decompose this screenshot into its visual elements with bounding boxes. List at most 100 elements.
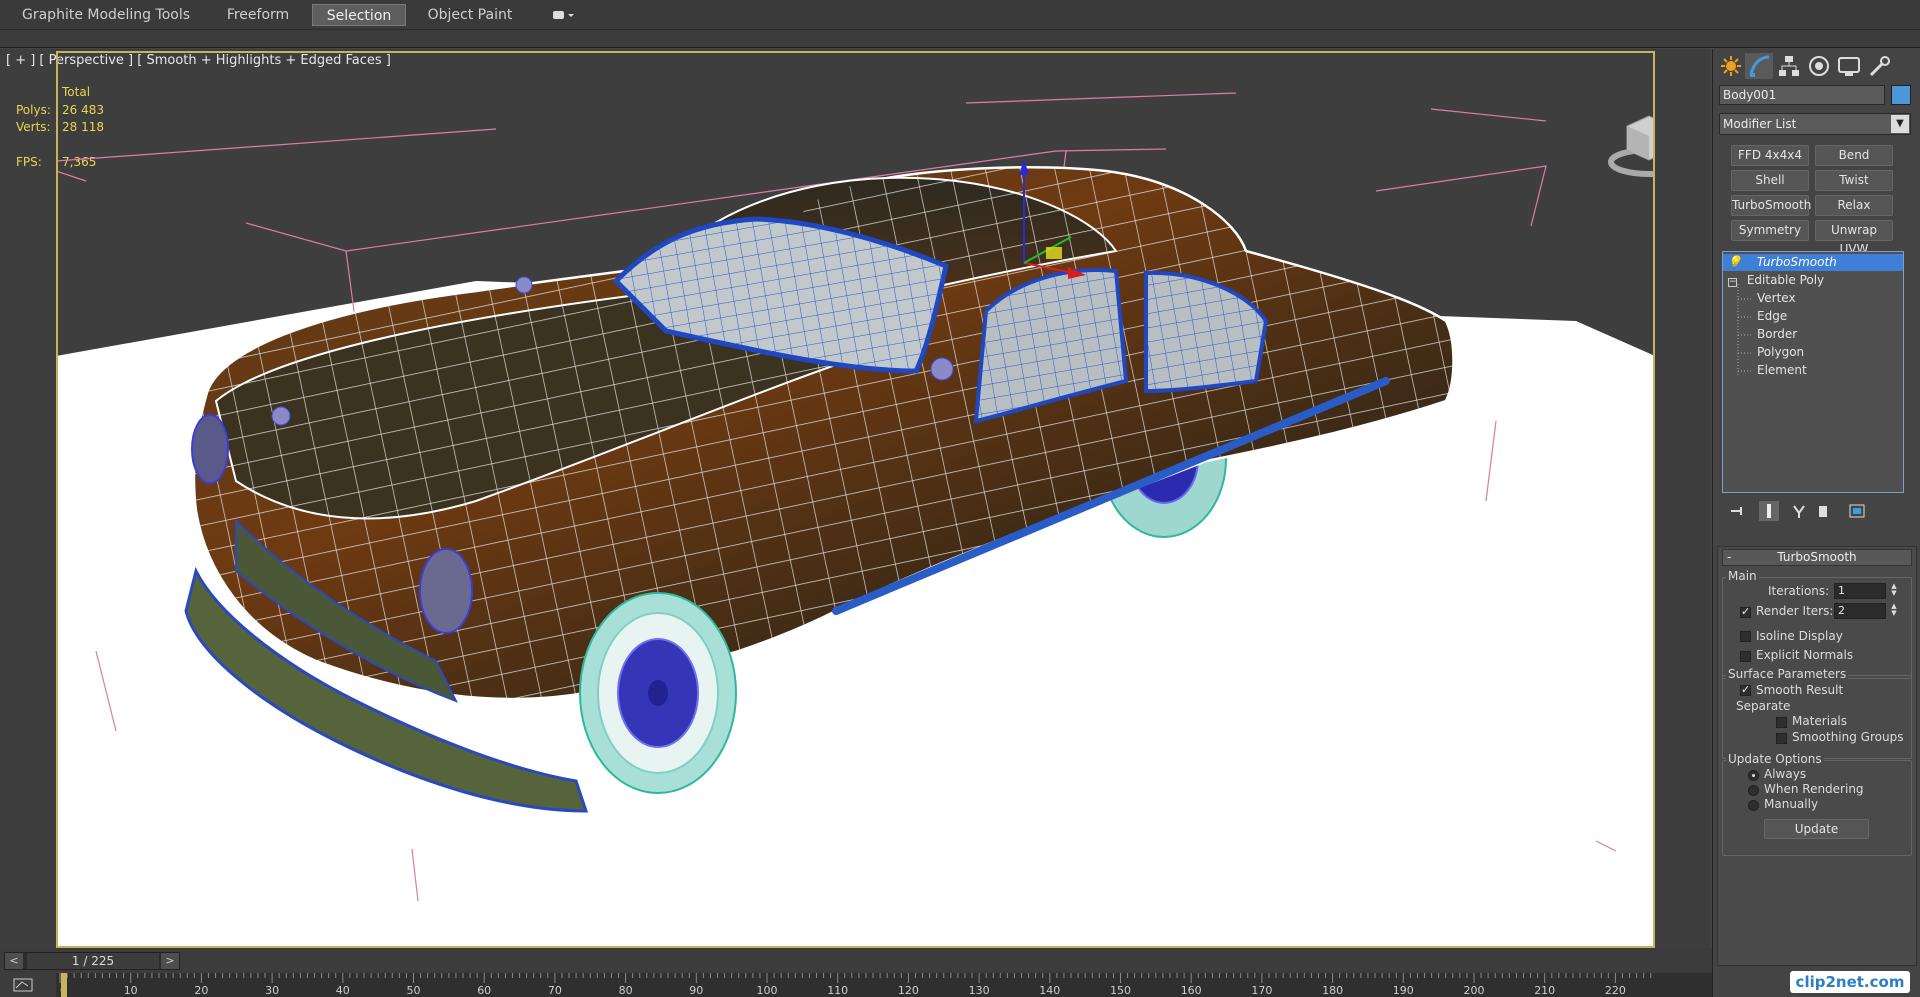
when-rendering-radio[interactable]: [1748, 785, 1759, 796]
bend-button[interactable]: Bend: [1815, 145, 1893, 166]
command-panel: Body001 Modifier List ▼ FFD 4x4x4 Bend S…: [1712, 49, 1920, 997]
symmetry-button[interactable]: Symmetry: [1731, 220, 1809, 241]
stack-toolbar: [1719, 499, 1915, 523]
ruler-tick-label: 20: [194, 984, 208, 997]
update-options-label: Update Options: [1726, 752, 1824, 766]
fps-label: FPS:: [16, 155, 42, 169]
when-rendering-label: When Rendering: [1764, 782, 1864, 796]
ruler-tick-label: 100: [757, 984, 778, 997]
ruler-tick-label: 50: [407, 984, 421, 997]
ruler-tick-label: 40: [336, 984, 350, 997]
motion-icon[interactable]: [1805, 53, 1833, 79]
active-viewport-border: [56, 51, 1655, 948]
ffd-button[interactable]: FFD 4x4x4: [1731, 145, 1809, 166]
smoothing-groups-label: Smoothing Groups: [1792, 730, 1904, 744]
tab-graphite-modeling-tools[interactable]: Graphite Modeling Tools: [22, 4, 190, 26]
ruler-tick-label: 170: [1251, 984, 1272, 997]
timeline: < 1 / 225 > 0102030405060708090100110120…: [0, 948, 1712, 997]
always-radio[interactable]: [1748, 770, 1759, 781]
ruler-tick-label: 140: [1039, 984, 1060, 997]
chevron-down-icon[interactable]: ▼: [1891, 115, 1909, 133]
shell-button[interactable]: Shell: [1731, 170, 1809, 191]
ruler-tick-label: 80: [619, 984, 633, 997]
ribbon-options-icon[interactable]: [548, 8, 576, 22]
collapse-rollout-icon[interactable]: -: [1727, 550, 1731, 565]
explicit-normals-checkbox[interactable]: [1740, 651, 1751, 662]
ruler-tick-label: 30: [265, 984, 279, 997]
render-iters-checkbox[interactable]: [1740, 605, 1751, 618]
always-label: Always: [1764, 767, 1807, 781]
iterations-label: Iterations:: [1768, 584, 1830, 598]
next-frame-button[interactable]: >: [161, 953, 179, 969]
render-iters-spinner[interactable]: 2: [1834, 603, 1886, 619]
track-bar[interactable]: 0102030405060708090100110120130140150160…: [56, 973, 1712, 997]
turbosmooth-button[interactable]: TurboSmooth: [1731, 195, 1811, 216]
ruler-tick-label: 120: [898, 984, 919, 997]
perspective-viewport[interactable]: [ + ] [ Perspective ] [ Smooth + Highlig…: [0, 49, 1710, 948]
smooth-result-checkbox[interactable]: [1740, 683, 1751, 696]
ruler-tick-label: 190: [1393, 984, 1414, 997]
isoline-display-label: Isoline Display: [1756, 629, 1843, 643]
unwrap-uvw-button[interactable]: Unwrap UVW: [1815, 220, 1893, 256]
prev-frame-button[interactable]: <: [5, 953, 23, 969]
make-unique-icon[interactable]: [1789, 501, 1809, 521]
ruler-tick-label: 200: [1464, 984, 1485, 997]
display-icon[interactable]: [1835, 53, 1863, 79]
ruler-tick-label: 10: [124, 984, 138, 997]
materials-checkbox[interactable]: [1776, 717, 1787, 728]
main-group-label: Main: [1726, 569, 1759, 583]
manually-label: Manually: [1764, 797, 1819, 811]
iterations-spinner[interactable]: 1: [1834, 583, 1886, 599]
remove-modifier-icon[interactable]: [1813, 501, 1833, 521]
watermark-logo: clip2net.com: [1790, 971, 1910, 993]
tab-selection[interactable]: Selection: [312, 4, 406, 26]
pin-stack-icon[interactable]: [1727, 501, 1747, 521]
separate-label: Separate: [1736, 699, 1791, 713]
smoothing-groups-checkbox[interactable]: [1776, 733, 1787, 744]
turbosmooth-rollout: - TurboSmooth Main Iterations: 1 ▲▼ Rend…: [1717, 546, 1917, 966]
rollout-title: TurboSmooth: [1777, 550, 1857, 564]
ruler-tick-label: 90: [689, 984, 703, 997]
iterations-spin-arrows[interactable]: ▲ ▼: [1888, 583, 1900, 599]
ruler-tick-label: 180: [1322, 984, 1343, 997]
ruler-tick-label: 60: [477, 984, 491, 997]
smooth-result-label: Smooth Result: [1756, 683, 1844, 697]
polys-label: Polys:: [16, 103, 51, 117]
rollout-header[interactable]: - TurboSmooth: [1722, 549, 1912, 566]
materials-label: Materials: [1792, 714, 1848, 728]
ruler-tick-label: 130: [969, 984, 990, 997]
modifier-list-label: Modifier List: [1723, 117, 1797, 131]
update-button[interactable]: Update: [1764, 819, 1869, 839]
verts-label: Verts:: [16, 120, 51, 134]
tab-object-paint[interactable]: Object Paint: [418, 4, 522, 26]
explicit-normals-label: Explicit Normals: [1756, 648, 1854, 662]
create-icon[interactable]: [1717, 53, 1745, 79]
time-slider[interactable]: < 1 / 225 >: [4, 952, 180, 970]
current-frame-marker[interactable]: [61, 973, 67, 997]
surface-parameters-label: Surface Parameters: [1726, 667, 1849, 681]
tab-freeform[interactable]: Freeform: [212, 4, 304, 26]
show-end-result-icon[interactable]: [1759, 501, 1779, 521]
utilities-icon[interactable]: [1865, 53, 1893, 79]
ruler-tick-label: 150: [1110, 984, 1131, 997]
modify-icon[interactable]: [1745, 53, 1773, 79]
ruler-tick-label: 220: [1605, 984, 1626, 997]
ruler-tick-label: 70: [548, 984, 562, 997]
hierarchy-icon[interactable]: [1775, 53, 1803, 79]
frame-counter[interactable]: 1 / 225: [27, 953, 159, 969]
ribbon-bar: Graphite Modeling Tools Freeform Selecti…: [0, 0, 1920, 30]
modifier-list-dropdown[interactable]: Modifier List ▼: [1719, 113, 1911, 135]
isoline-display-checkbox[interactable]: [1740, 631, 1751, 642]
object-name-field[interactable]: Body001: [1719, 85, 1885, 105]
stack-tree-lines: [1737, 284, 1753, 377]
curve-editor-icon[interactable]: [12, 976, 34, 994]
ruler-tick-label: 210: [1534, 984, 1555, 997]
render-iters-spin-arrows[interactable]: ▲ ▼: [1888, 603, 1900, 619]
configure-sets-icon[interactable]: [1847, 501, 1867, 521]
ribbon-panel-strip: [0, 30, 1920, 48]
twist-button[interactable]: Twist: [1815, 170, 1893, 191]
manually-radio[interactable]: [1748, 800, 1759, 811]
object-color-swatch[interactable]: [1891, 85, 1911, 105]
relax-button[interactable]: Relax: [1815, 195, 1893, 216]
modifier-stack[interactable]: 💡 TurboSmooth − Editable Poly Vertex Edg…: [1722, 251, 1904, 493]
